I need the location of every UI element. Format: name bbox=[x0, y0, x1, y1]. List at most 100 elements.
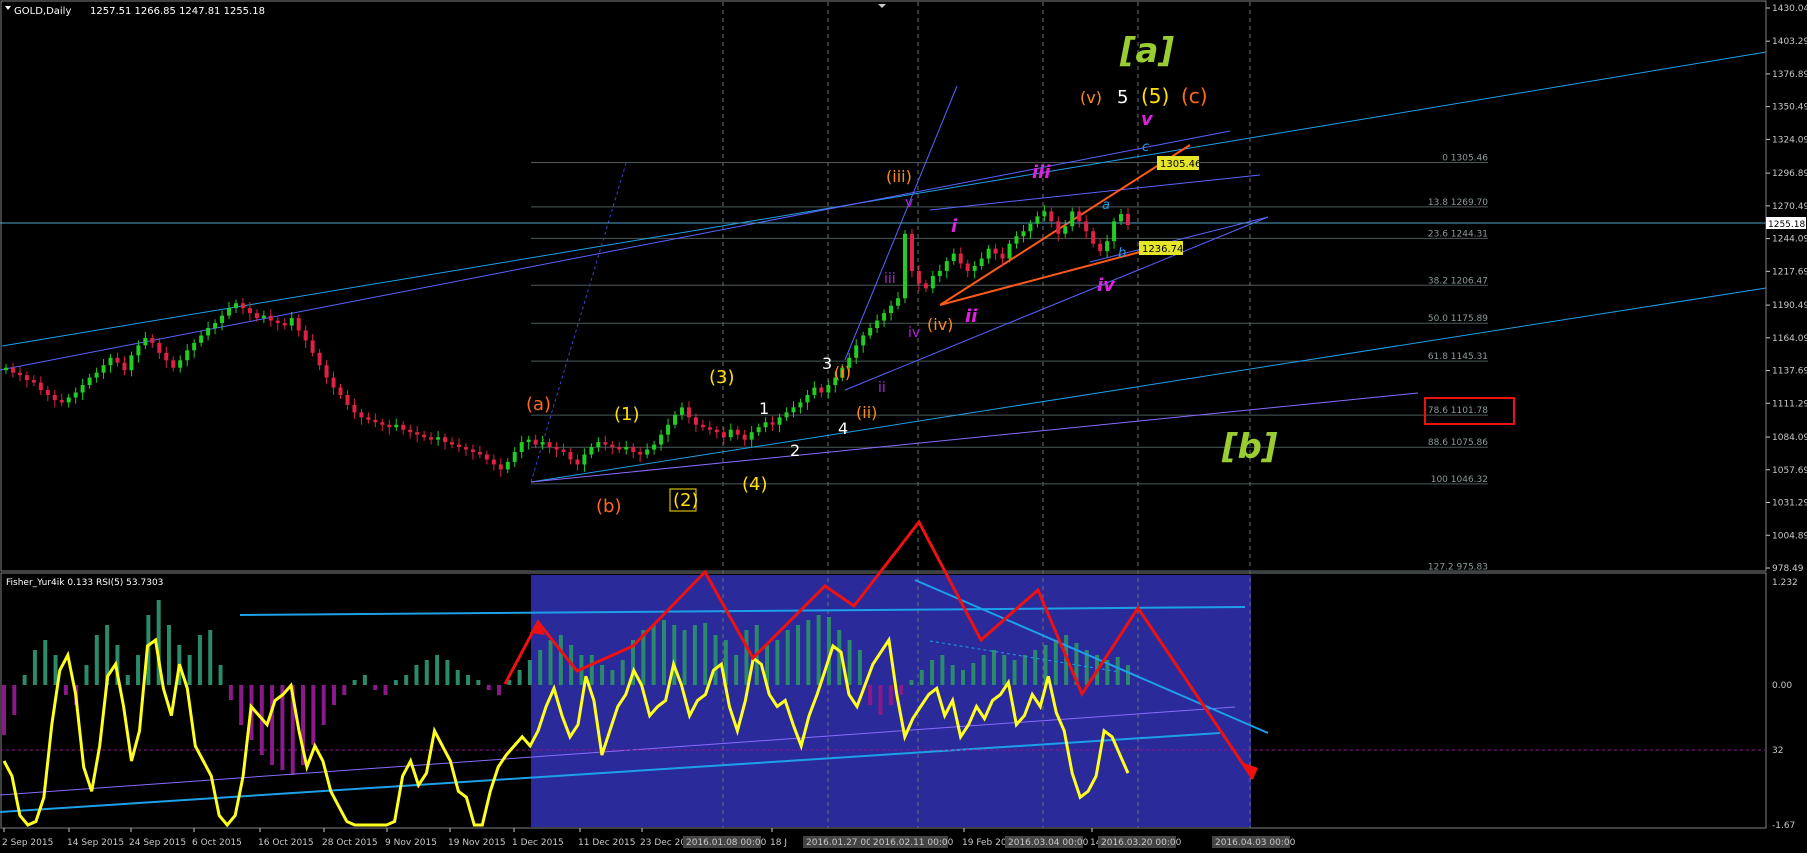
time-marker-label: 2016.01.08 00:00 bbox=[686, 838, 767, 848]
candle-body bbox=[59, 399, 64, 403]
candle-body bbox=[603, 442, 608, 445]
candle-body bbox=[1105, 241, 1110, 252]
candle-body bbox=[554, 447, 559, 450]
histogram-bar bbox=[672, 625, 677, 685]
candle-body bbox=[951, 253, 956, 262]
candle-body bbox=[359, 412, 364, 418]
candle-body bbox=[324, 365, 329, 378]
histogram-bar bbox=[692, 625, 697, 685]
wave-label-5-yellow: (5) bbox=[1141, 84, 1169, 108]
candle-body bbox=[791, 407, 796, 413]
wave-label-c-blue: c bbox=[1142, 140, 1149, 155]
candle-body bbox=[784, 412, 789, 418]
histogram-bar bbox=[208, 630, 213, 685]
candle-body bbox=[1063, 226, 1068, 234]
price-tick-label: 1217.69 bbox=[1772, 267, 1807, 277]
trendlines bbox=[0, 51, 1767, 483]
fib-level-label: 88.6 1075.86 bbox=[1428, 438, 1488, 448]
candle-body bbox=[10, 367, 15, 373]
candle-body bbox=[749, 432, 754, 440]
candle-body bbox=[415, 432, 420, 435]
histogram-bar bbox=[321, 685, 326, 725]
candle-body bbox=[101, 365, 106, 373]
candle-body bbox=[958, 253, 963, 264]
fib-level-label: 127.2 975.83 bbox=[1428, 562, 1488, 572]
candle-body bbox=[192, 342, 197, 351]
candle-body bbox=[73, 392, 78, 398]
candle-body bbox=[770, 422, 775, 425]
fib-level-label: 50.0 1175.89 bbox=[1428, 314, 1488, 324]
histogram-bar bbox=[32, 650, 37, 685]
price-tick-label: 1430.04 bbox=[1772, 4, 1807, 14]
candle-body bbox=[108, 357, 113, 366]
candle-body bbox=[561, 449, 566, 453]
candle-body bbox=[993, 248, 998, 254]
candle-body bbox=[979, 258, 984, 267]
candle-body bbox=[937, 270, 942, 276]
histogram-bar bbox=[744, 630, 749, 685]
candle-body bbox=[805, 394, 810, 403]
histogram-bar bbox=[187, 655, 192, 685]
wave-label-ii-orange: (ii) bbox=[856, 403, 877, 422]
histogram-bar bbox=[806, 620, 811, 685]
candle-body bbox=[199, 335, 204, 343]
shift-marker-icon[interactable] bbox=[878, 4, 886, 8]
price-tick-label: 1031.29 bbox=[1772, 499, 1807, 509]
candle-body bbox=[923, 283, 928, 289]
indicator-tick-label: 32 bbox=[1772, 746, 1783, 756]
price-tick-label: 978.49 bbox=[1772, 564, 1804, 574]
candle-body bbox=[366, 417, 371, 420]
wave-label-i-magenta: i bbox=[951, 216, 958, 237]
histogram-bar bbox=[558, 635, 563, 685]
fib-level-label: 38.2 1206.47 bbox=[1428, 276, 1488, 286]
candle-body bbox=[296, 318, 301, 331]
wave-label-4-white: 4 bbox=[838, 419, 848, 438]
candle-body bbox=[909, 233, 914, 271]
candle-body bbox=[233, 303, 238, 309]
candle-body bbox=[80, 385, 85, 393]
candle-body bbox=[526, 439, 531, 443]
candle-body bbox=[408, 429, 413, 433]
price-tick-label: 1376.89 bbox=[1772, 70, 1807, 80]
candle-body bbox=[261, 315, 266, 319]
histogram-bar bbox=[682, 630, 687, 685]
candle-body bbox=[143, 337, 148, 346]
candle-body bbox=[157, 342, 162, 353]
histogram-bar bbox=[84, 665, 89, 685]
candle-body bbox=[463, 447, 468, 450]
candlestick-series bbox=[4, 205, 1130, 477]
histogram-bar bbox=[455, 670, 460, 685]
histogram-bar bbox=[435, 655, 440, 685]
wave-label-v-orange: (v) bbox=[1080, 88, 1102, 107]
trendline-dotted bbox=[530, 159, 628, 483]
histogram-bar bbox=[94, 635, 99, 685]
candle-body bbox=[422, 434, 427, 438]
wave-label-iii-violet: iii bbox=[884, 271, 896, 287]
histogram-bar bbox=[816, 615, 821, 685]
histogram-bar bbox=[311, 685, 316, 745]
candle-body bbox=[470, 449, 475, 453]
candle-body bbox=[666, 424, 671, 435]
histogram-bar bbox=[1126, 665, 1130, 685]
histogram-bar bbox=[496, 685, 501, 695]
candle-body bbox=[1126, 213, 1130, 226]
histogram-bar bbox=[589, 655, 594, 685]
price-tick-label: 1350.49 bbox=[1772, 103, 1807, 113]
wave-label-v-violet: v bbox=[905, 195, 913, 211]
time-tick-label: 1 Dec 2015 bbox=[512, 838, 564, 848]
histogram-bar bbox=[373, 685, 378, 690]
time-tick-label: 19 Feb 20 bbox=[962, 838, 1007, 848]
candle-body bbox=[812, 387, 817, 395]
wave-label-a-blue: a bbox=[1102, 198, 1110, 213]
candle-body bbox=[1056, 221, 1061, 234]
candle-body bbox=[122, 362, 127, 371]
ohlc-values: 1257.51 1266.85 1247.81 1255.18 bbox=[90, 6, 265, 17]
candle-body bbox=[45, 390, 50, 395]
collapse-icon[interactable] bbox=[5, 6, 11, 10]
wave-label-ii-violet: ii bbox=[878, 380, 886, 396]
candle-body bbox=[686, 407, 691, 418]
time-tick-label: 9 Nov 2015 bbox=[385, 838, 437, 848]
histogram-bar bbox=[878, 685, 883, 715]
candle-body bbox=[882, 313, 887, 321]
candle-body bbox=[254, 313, 259, 319]
